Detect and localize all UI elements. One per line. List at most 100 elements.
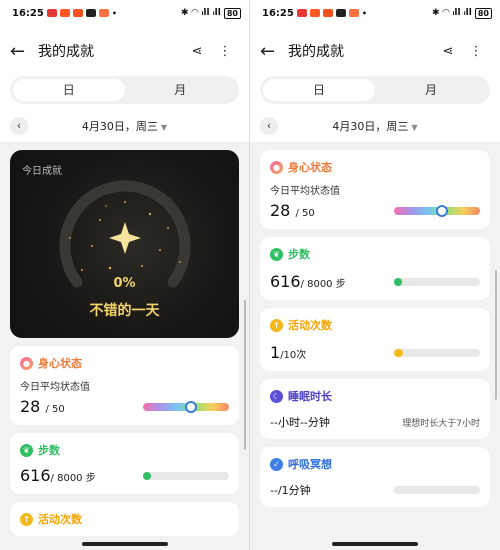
more-vertical-icon[interactable]: ⋮: [211, 44, 239, 59]
activity-card[interactable]: ↑ 活动次数 1/10次: [260, 308, 490, 371]
share-icon[interactable]: ⋖: [183, 44, 211, 59]
phone-screen-left: 16:25 • ✱ ◠ ᵢll ᵢll 80 ← 我的成就 ⋖ ⋮ 日 月 ‹ …: [0, 0, 250, 550]
moon-icon: ☾: [270, 389, 283, 403]
wifi-icon: ◠: [191, 8, 199, 18]
meditation-card[interactable]: ✓ 呼吸冥想 --/1分钟: [260, 447, 490, 507]
steps-value: 616: [270, 272, 301, 291]
share-icon[interactable]: ⋖: [434, 44, 462, 59]
card-title: 身心状态: [38, 357, 82, 370]
footprint-icon: ❦: [270, 247, 283, 261]
period-tabs: 日 月: [0, 76, 249, 110]
battery-icon: 80: [474, 7, 492, 19]
achievement-percent: 0%: [113, 276, 136, 291]
card-title: 呼吸冥想: [288, 458, 332, 471]
mind-unit: / 50: [45, 404, 65, 415]
dot-icon: •: [111, 8, 117, 18]
card-title: 步数: [38, 444, 60, 457]
card-title: 活动次数: [288, 319, 332, 332]
level-knob: [185, 400, 198, 413]
sleep-hint: 理想时长大于7小时: [402, 418, 480, 429]
steps-progress-bar: [394, 277, 480, 286]
top-app-bar: ← 我的成就 ⋖ ⋮: [250, 26, 500, 76]
home-indicator[interactable]: [332, 542, 418, 546]
footprint-icon: ❦: [20, 443, 33, 457]
screens: 16:25 • ✱ ◠ ᵢll ᵢll 80 ← 我的成就 ⋖ ⋮ 日 月 ‹ …: [0, 0, 500, 550]
tab-day[interactable]: 日: [13, 79, 125, 101]
scrollbar[interactable]: [244, 300, 246, 450]
achievement-card: 今日成就 0% 不错的一天: [10, 150, 239, 338]
page-title: 我的成就: [288, 44, 344, 60]
activity-progress-fill: [394, 348, 403, 357]
card-title: 活动次数: [38, 513, 82, 526]
card-title: 身心状态: [288, 161, 332, 174]
mind-value: 28: [270, 201, 291, 220]
card-subtitle: 今日平均状态值: [270, 186, 340, 197]
top-app-bar: ← 我的成就 ⋖ ⋮: [0, 26, 249, 76]
steps-card[interactable]: ❦ 步数 616/ 8000 步: [10, 433, 239, 494]
mind-level-bar: [394, 204, 480, 217]
steps-progress-fill: [394, 277, 402, 286]
signal-icon: ᵢll ᵢll: [201, 8, 221, 18]
meditation-progress-bar: [394, 486, 480, 494]
app-icon: [322, 9, 333, 17]
star-icon: [109, 222, 141, 254]
mood-icon: ●: [270, 160, 283, 174]
wifi-icon: ◠: [442, 8, 450, 18]
tab-month[interactable]: 月: [125, 79, 237, 101]
arrow-left-icon[interactable]: ←: [260, 41, 282, 62]
card-title: 睡眠时长: [288, 390, 332, 403]
scrollbar[interactable]: [495, 270, 497, 400]
card-subtitle: 今日平均状态值: [20, 382, 90, 393]
tab-month[interactable]: 月: [375, 79, 487, 101]
tab-day[interactable]: 日: [263, 79, 375, 101]
chevron-left-icon[interactable]: ‹: [10, 117, 28, 135]
mind-state-card[interactable]: ● 身心状态 今日平均状态值 28 / 50: [10, 346, 239, 425]
activity-value: 1: [270, 343, 281, 362]
sleep-value: --小时--分钟: [270, 416, 330, 429]
status-time: 16:25: [262, 7, 294, 19]
status-time: 16:25: [12, 7, 44, 19]
period-tabs: 日 月: [250, 76, 500, 110]
mind-state-card[interactable]: ● 身心状态 今日平均状态值 28 / 50: [260, 150, 490, 229]
app-icon: [59, 9, 70, 17]
more-vertical-icon[interactable]: ⋮: [462, 44, 490, 59]
mind-level-bar: [143, 400, 229, 413]
chevron-down-icon[interactable]: ▼: [161, 123, 167, 132]
steps-progress-bar: [143, 471, 229, 480]
steps-unit: / 8000 步: [300, 279, 346, 290]
breath-icon: ✓: [270, 457, 283, 471]
signal-icon: ᵢll ᵢll: [452, 8, 472, 18]
notification-icon: [296, 9, 307, 17]
content: ● 身心状态 今日平均状态值 28 / 50 ❦ 步数 616/ 8000 步: [250, 142, 500, 523]
activity-card[interactable]: ↑ 活动次数: [10, 502, 239, 536]
date-label[interactable]: 4月30日，周三: [82, 120, 158, 133]
mood-icon: ●: [20, 356, 33, 370]
home-indicator[interactable]: [82, 542, 168, 546]
chevron-left-icon[interactable]: ‹: [260, 117, 278, 135]
dot-icon: •: [361, 8, 367, 18]
status-bar: 16:25 • ✱ ◠ ᵢll ᵢll 80: [250, 0, 500, 26]
app-icon: [309, 9, 320, 17]
date-selector: ‹ 4月30日，周三 ▼: [250, 110, 500, 142]
date-label[interactable]: 4月30日，周三: [332, 120, 408, 133]
phone-screen-right: 16:25 • ✱ ◠ ᵢll ᵢll 80 ← 我的成就 ⋖ ⋮ 日 月 ‹ …: [250, 0, 500, 550]
page-title: 我的成就: [38, 44, 94, 60]
tiktok-icon: [335, 9, 346, 17]
steps-unit: / 8000 步: [50, 473, 96, 484]
activity-progress-bar: [394, 348, 480, 357]
app-icon: [72, 9, 83, 17]
sleep-card[interactable]: ☾ 睡眠时长 --小时--分钟 理想时长大于7小时: [260, 379, 490, 439]
activity-unit: /10次: [280, 350, 307, 361]
chevron-down-icon[interactable]: ▼: [411, 123, 417, 132]
app-icon: [348, 9, 359, 17]
arrow-left-icon[interactable]: ←: [10, 41, 32, 62]
card-title: 步数: [288, 248, 310, 261]
tiktok-icon: [85, 9, 96, 17]
status-bar: 16:25 • ✱ ◠ ᵢll ᵢll 80: [0, 0, 249, 26]
level-knob: [436, 204, 449, 217]
date-selector: ‹ 4月30日，周三 ▼: [0, 110, 249, 142]
steps-card[interactable]: ❦ 步数 616/ 8000 步: [260, 237, 490, 300]
app-icon: [98, 9, 109, 17]
content: 今日成就 0% 不错的一天 ● 身心状态 今日平均状态值 28 / 50 ❦ 步…: [0, 142, 249, 550]
mind-unit: / 50: [295, 208, 315, 219]
